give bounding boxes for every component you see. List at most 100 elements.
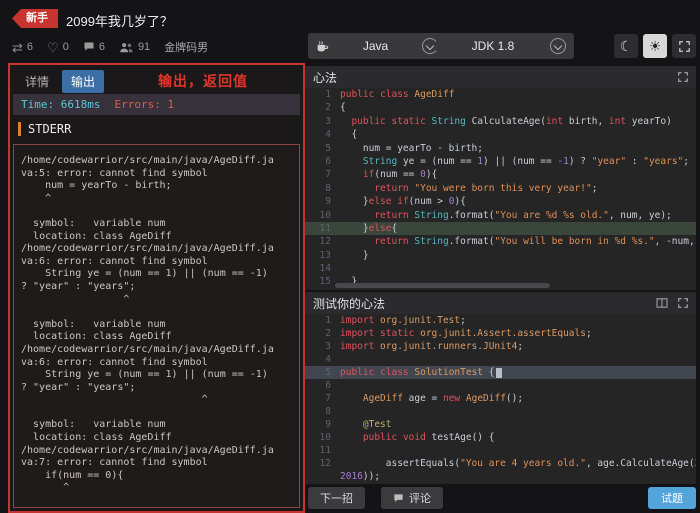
code-line[interactable]: 10 return String.format("You are %d %s o…: [305, 209, 696, 222]
code-text: return String.format("You will be born i…: [374, 236, 695, 248]
split-view-icon[interactable]: [656, 298, 668, 308]
language-dropdown[interactable]: Java: [308, 33, 446, 59]
code-text: if(num == 0){: [362, 169, 438, 181]
comment-icon: [393, 493, 404, 504]
moon-icon: ☾: [619, 38, 633, 54]
code-line[interactable]: 14: [305, 262, 696, 275]
comment-button[interactable]: 评论: [381, 487, 443, 509]
stderr-output[interactable]: /home/codewarrior/src/main/java/AgeDiff.…: [13, 144, 300, 508]
code-text: }else if(num > 0){: [340, 196, 466, 208]
users-stat[interactable]: 91: [119, 41, 150, 53]
code-line[interactable]: 1 public class AgeDiff: [305, 88, 696, 101]
solution-editor[interactable]: 1 public class AgeDiff 2{3 public static S…: [305, 88, 696, 290]
code-line[interactable]: 2016));: [305, 470, 696, 483]
line-number: 11: [319, 445, 331, 456]
comment-label: 评论: [409, 493, 431, 505]
line-number: 12: [319, 236, 331, 248]
line-number: 2: [325, 328, 331, 339]
author-name[interactable]: 金牌码男: [164, 39, 208, 55]
code-line[interactable]: 3 public static String CalculateAge(int …: [305, 115, 696, 128]
comments-stat[interactable]: 6: [83, 41, 105, 53]
code-line[interactable]: 9 }else if(num > 0){: [305, 195, 696, 208]
forks-count: 6: [26, 41, 34, 53]
likes-count: 0: [62, 41, 69, 53]
code-line[interactable]: 4: [305, 353, 696, 366]
forks-stat[interactable]: ⇄ 6: [12, 41, 33, 54]
users-count: 91: [137, 41, 151, 53]
line-number: 1: [325, 315, 331, 326]
rank-badge: 新手: [12, 9, 58, 28]
test-editor[interactable]: 1 import org.junit.Test; 2 import static or…: [305, 314, 696, 484]
next-kata-button[interactable]: 下一招: [308, 487, 365, 509]
code-text: import org.junit.runners.JUnit4;: [340, 341, 524, 352]
code-text: import org.junit.Test;: [340, 315, 466, 326]
code-line[interactable]: 6 String ye = (num == 1) || (num == -1) …: [305, 155, 696, 168]
comments-count: 6: [98, 41, 105, 53]
attempt-button[interactable]: 试题: [648, 487, 696, 509]
line-number: 3: [325, 115, 331, 127]
code-line[interactable]: 11 }else{: [305, 221, 696, 236]
attempt-label: 试题: [661, 493, 683, 505]
stderr-text: /home/codewarrior/src/main/java/AgeDiff.…: [21, 155, 274, 494]
line-number: 4: [325, 354, 331, 365]
line-number: 10: [319, 209, 331, 221]
red-annotation-text: 输出，返回值: [158, 73, 248, 89]
code-line[interactable]: 12 assertEquals("You are 4 years old.", …: [305, 457, 696, 470]
expand-icon[interactable]: [678, 72, 688, 82]
language-icon: [316, 40, 329, 53]
line-number: 2: [325, 102, 331, 114]
code-line[interactable]: 7 AgeDiff age = new AgeDiff();: [305, 392, 696, 405]
kata-stats: ⇄ 6 ♡ 0 6 91 金牌码男: [12, 39, 208, 55]
code-line[interactable]: 7 if(num == 0){: [305, 168, 696, 181]
tab-output[interactable]: 输出: [62, 70, 105, 93]
code-line[interactable]: 4 {: [305, 128, 696, 141]
code-line[interactable]: 1 import org.junit.Test;: [305, 314, 696, 327]
users-icon: [119, 42, 134, 53]
code-line[interactable]: 10 public void testAge() {: [305, 431, 696, 444]
line-number: 3: [325, 341, 331, 352]
test-panel-header: 测试你的心法: [305, 292, 696, 314]
line-number: 8: [325, 182, 331, 194]
horizontal-scrollbar[interactable]: [335, 283, 550, 288]
errors-label: Errors: 1: [114, 98, 175, 111]
light-mode-button[interactable]: ☀: [643, 34, 667, 58]
dark-mode-button[interactable]: ☾: [614, 34, 638, 58]
stderr-marker: [18, 122, 21, 136]
code-line[interactable]: 8: [305, 405, 696, 418]
code-line[interactable]: 2 import static org.junit.Assert.assertEq…: [305, 327, 696, 340]
line-number: 10: [319, 432, 331, 443]
stderr-label: STDERR: [28, 122, 72, 136]
code-text: }else{: [340, 222, 398, 234]
code-line[interactable]: 2{: [305, 101, 696, 114]
code-text: return String.format("You are %d %s old.…: [374, 209, 672, 221]
line-number: 1: [325, 89, 331, 100]
expand-icon[interactable]: [678, 298, 688, 308]
line-number: 7: [325, 169, 331, 181]
fullscreen-icon: [678, 40, 690, 52]
code-line[interactable]: 9 @Test: [305, 418, 696, 431]
code-text: @Test: [362, 419, 392, 430]
code-line[interactable]: 5 num = yearTo - birth;: [305, 142, 696, 155]
code-line[interactable]: 12 return String.format("You will be bor…: [305, 235, 696, 248]
line-number: 13: [319, 249, 331, 261]
tab-details[interactable]: 详情: [16, 70, 58, 93]
line-number: [305, 470, 340, 483]
code-text: 2016));: [340, 471, 381, 482]
code-line[interactable]: 8 return "You were born this very year!"…: [305, 182, 696, 195]
output-panel: 详情 输出 输出，返回值 Time: 6618ms Errors: 1 STDE…: [8, 63, 305, 513]
time-label: Time: 6618ms: [21, 98, 101, 111]
likes-stat[interactable]: ♡ 0: [47, 41, 69, 54]
text-cursor: [496, 367, 503, 378]
line-number: 12: [319, 458, 331, 469]
comments-icon: [83, 41, 95, 53]
code-text: num = yearTo - birth;: [340, 142, 483, 154]
code-text: public class SolutionTest {: [340, 366, 503, 379]
version-dropdown[interactable]: JDK 1.8: [436, 33, 574, 59]
fullscreen-button[interactable]: [672, 34, 696, 58]
code-text: public static String CalculateAge(int bi…: [351, 115, 672, 127]
code-line[interactable]: 11: [305, 444, 696, 457]
code-line[interactable]: 5 public class SolutionTest {: [305, 366, 696, 379]
code-line[interactable]: 3 import org.junit.runners.JUnit4;: [305, 340, 696, 353]
code-line[interactable]: 13 }: [305, 249, 696, 262]
code-line[interactable]: 6: [305, 379, 696, 392]
